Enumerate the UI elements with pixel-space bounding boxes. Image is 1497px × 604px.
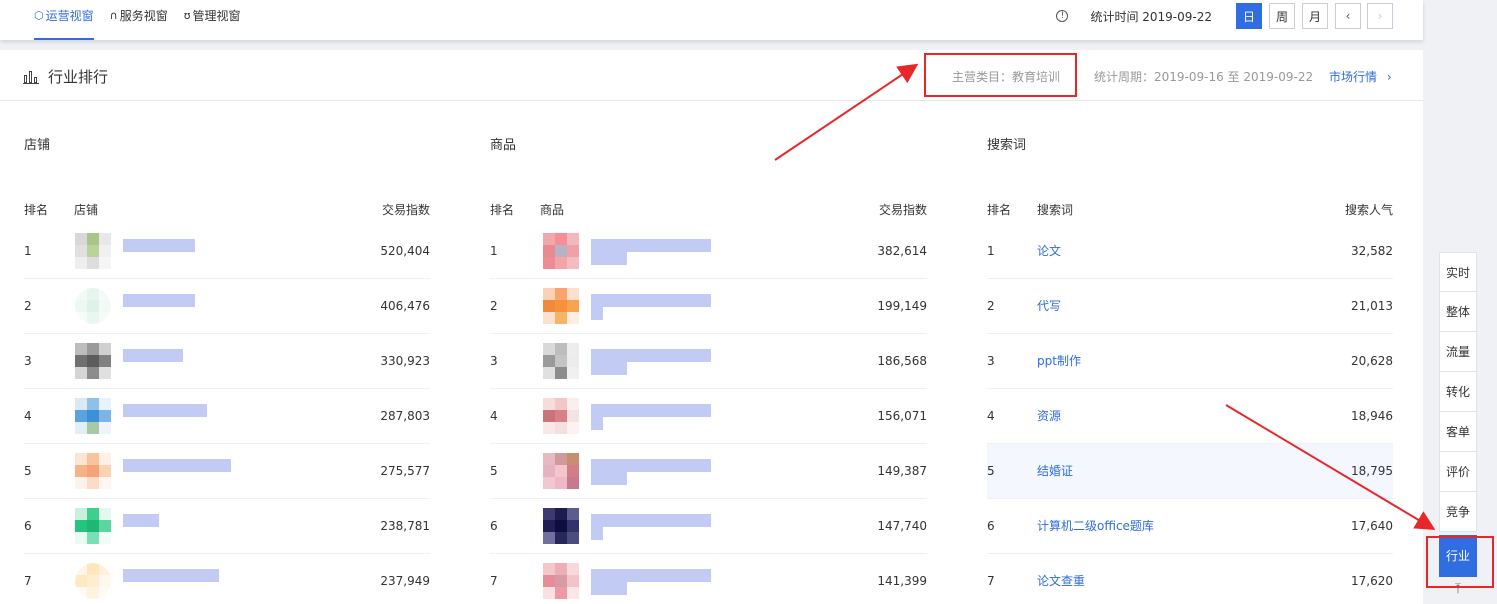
arrow-to-industry <box>1225 404 1436 531</box>
arrow-to-category <box>774 63 919 161</box>
annotation-arrows <box>774 63 1436 531</box>
